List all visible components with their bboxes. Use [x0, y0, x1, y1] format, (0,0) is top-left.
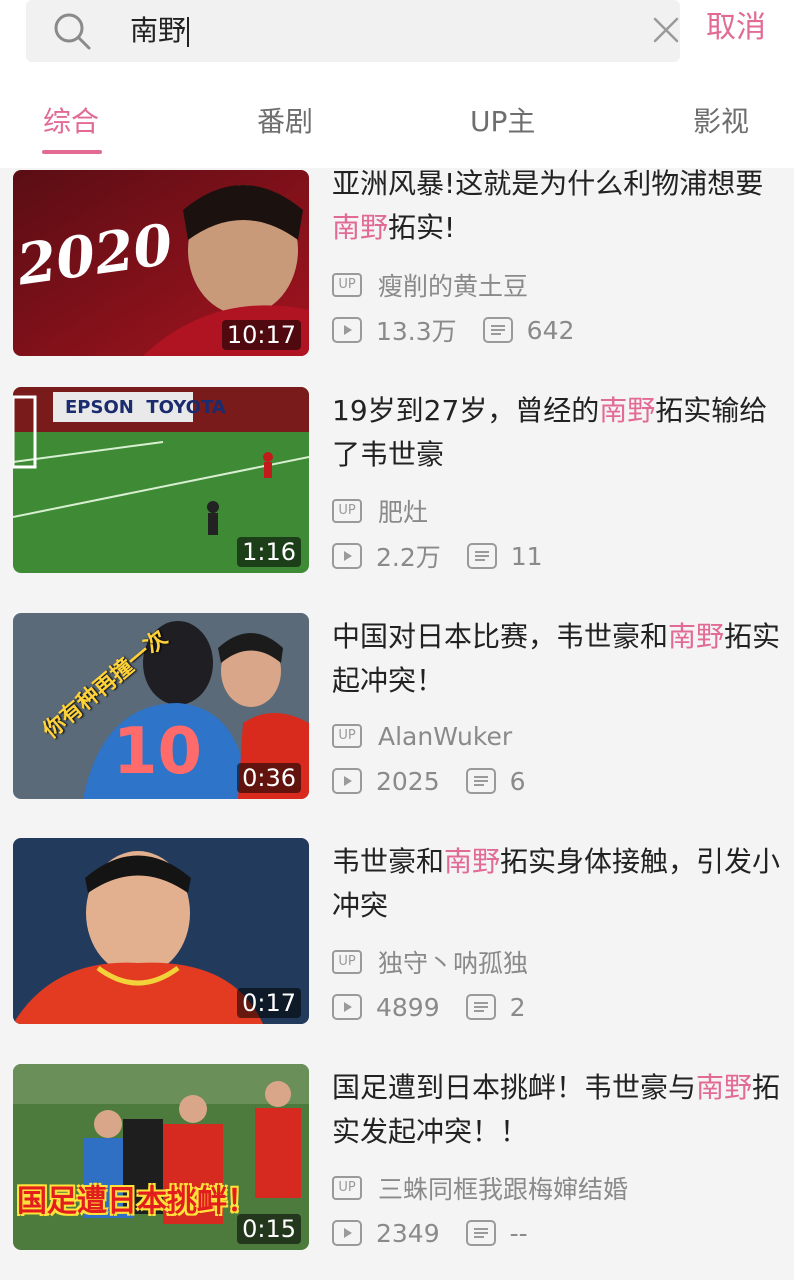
thumbnail-overlay-text: 国足遭日本挑衅！	[17, 1184, 257, 1219]
uploader-name: AlanWuker	[378, 721, 513, 751]
video-duration: 10:17	[221, 320, 301, 350]
close-icon[interactable]	[650, 14, 682, 46]
play-icon	[332, 768, 362, 794]
video-title[interactable]: 亚洲风暴!这就是为什么利物浦想要南野拓实!	[332, 162, 782, 250]
video-title[interactable]: 中国对日本比赛，韦世豪和南野拓实起冲突！	[332, 615, 782, 703]
result-tabs: 综合 番剧 UP主 影视	[0, 96, 794, 156]
text-caret	[187, 17, 190, 47]
search-query-text: 南野	[130, 14, 187, 47]
uploader-row[interactable]: UP 独守丶呐孤独	[332, 947, 529, 978]
title-highlight: 南野	[332, 211, 389, 244]
uploader-row[interactable]: UP AlanWuker	[332, 721, 512, 751]
search-header: 南野 取消 综合 番剧 UP主 影视	[0, 0, 794, 168]
comment-count: 2	[509, 992, 526, 1022]
comment-count: 11	[510, 541, 543, 571]
up-badge-icon: UP	[332, 950, 362, 974]
search-results-list: 2020 10:17 亚洲风暴!这就是为什么利物浦想要南野拓实! UP 瘦削的黄…	[0, 0, 794, 1280]
tab-film-tv[interactable]: 影视	[693, 104, 749, 140]
video-result-3[interactable]: 10 你有种再撞一次 0:36 中国对日本比赛，韦世豪和南野拓实起冲突！ UP …	[0, 613, 794, 813]
comment-count: 6	[509, 766, 526, 796]
up-badge-icon: UP	[332, 1176, 362, 1200]
view-count: 2.2万	[376, 543, 441, 572]
comment-count: 642	[526, 315, 575, 345]
video-duration: 0:17	[237, 988, 301, 1018]
uploader-row[interactable]: UP 瘦削的黄土豆	[332, 270, 529, 301]
play-icon	[332, 543, 362, 569]
stats-row: 2025 6	[332, 766, 526, 796]
view-count: 2349	[376, 1218, 440, 1248]
danmaku-icon	[465, 1220, 496, 1246]
up-badge-icon: UP	[332, 499, 362, 523]
search-input[interactable]: 南野	[130, 13, 190, 49]
danmaku-icon	[465, 768, 496, 794]
danmaku-icon	[466, 543, 497, 569]
danmaku-icon	[465, 994, 496, 1020]
uploader-row[interactable]: UP 肥灶	[332, 496, 429, 527]
video-duration: 0:15	[237, 1214, 301, 1244]
thumbnail-overlay-text: EPSON TOYOTA	[65, 397, 226, 418]
active-tab-indicator	[42, 150, 102, 154]
uploader-row[interactable]: UP 三蛛同框我跟梅婶结婚	[332, 1173, 629, 1204]
view-count: 2025	[376, 766, 440, 796]
video-duration: 0:36	[237, 763, 301, 793]
video-thumbnail[interactable]: 2020 10:17	[13, 170, 309, 356]
video-title[interactable]: 韦世豪和南野拓实身体接触，引发小冲突	[332, 840, 782, 928]
video-thumbnail[interactable]: 10 你有种再撞一次 0:36	[13, 613, 309, 799]
search-icon	[54, 13, 91, 50]
title-highlight: 南野	[696, 1071, 753, 1104]
danmaku-icon	[482, 317, 513, 343]
video-duration: 1:16	[237, 537, 301, 567]
video-result-5[interactable]: 国足遭日本挑衅！ 0:15 国足遭到日本挑衅！韦世豪与南野拓实发起冲突！！ UP…	[0, 1064, 794, 1264]
comment-count: --	[509, 1218, 528, 1248]
stats-row: 13.3万 642	[332, 315, 575, 346]
video-title[interactable]: 国足遭到日本挑衅！韦世豪与南野拓实发起冲突！！	[332, 1066, 782, 1154]
title-highlight: 南野	[668, 620, 725, 653]
play-icon	[332, 317, 362, 343]
up-badge-icon: UP	[332, 273, 362, 297]
video-result-1[interactable]: 2020 10:17 亚洲风暴!这就是为什么利物浦想要南野拓实! UP 瘦削的黄…	[0, 166, 794, 366]
up-badge-icon: UP	[332, 724, 362, 748]
svg-text:10: 10	[113, 715, 202, 789]
video-thumbnail[interactable]: 国足遭日本挑衅！ 0:15	[13, 1064, 309, 1250]
stats-row: 2.2万 11	[332, 541, 543, 572]
video-title[interactable]: 19岁到27岁，曾经的南野拓实输给了韦世豪	[332, 389, 782, 477]
play-icon	[332, 1220, 362, 1246]
tab-uploaders[interactable]: UP主	[470, 104, 535, 140]
video-result-2[interactable]: EPSON TOYOTA 1:16 19岁到27岁，曾经的南野拓实输给了韦世豪 …	[0, 387, 794, 587]
title-highlight: 南野	[599, 394, 656, 427]
uploader-name: 瘦削的黄土豆	[378, 272, 529, 301]
tab-bangumi[interactable]: 番剧	[257, 104, 313, 140]
video-thumbnail[interactable]: 0:17	[13, 838, 309, 1024]
uploader-name: 三蛛同框我跟梅婶结婚	[378, 1175, 629, 1204]
cancel-button[interactable]: 取消	[706, 8, 766, 48]
title-highlight: 南野	[444, 845, 501, 878]
play-icon	[332, 994, 362, 1020]
uploader-name: 肥灶	[378, 498, 429, 527]
stats-row: 4899 2	[332, 992, 526, 1022]
uploader-name: 独守丶呐孤独	[378, 949, 529, 978]
video-thumbnail[interactable]: EPSON TOYOTA 1:16	[13, 387, 309, 573]
video-result-4[interactable]: 0:17 韦世豪和南野拓实身体接触，引发小冲突 UP 独守丶呐孤独 4899 2	[0, 838, 794, 1038]
view-count: 4899	[376, 992, 440, 1022]
search-box[interactable]: 南野	[26, 0, 680, 62]
stats-row: 2349 --	[332, 1218, 528, 1248]
view-count: 13.3万	[376, 317, 457, 346]
tab-all[interactable]: 综合	[43, 104, 99, 140]
